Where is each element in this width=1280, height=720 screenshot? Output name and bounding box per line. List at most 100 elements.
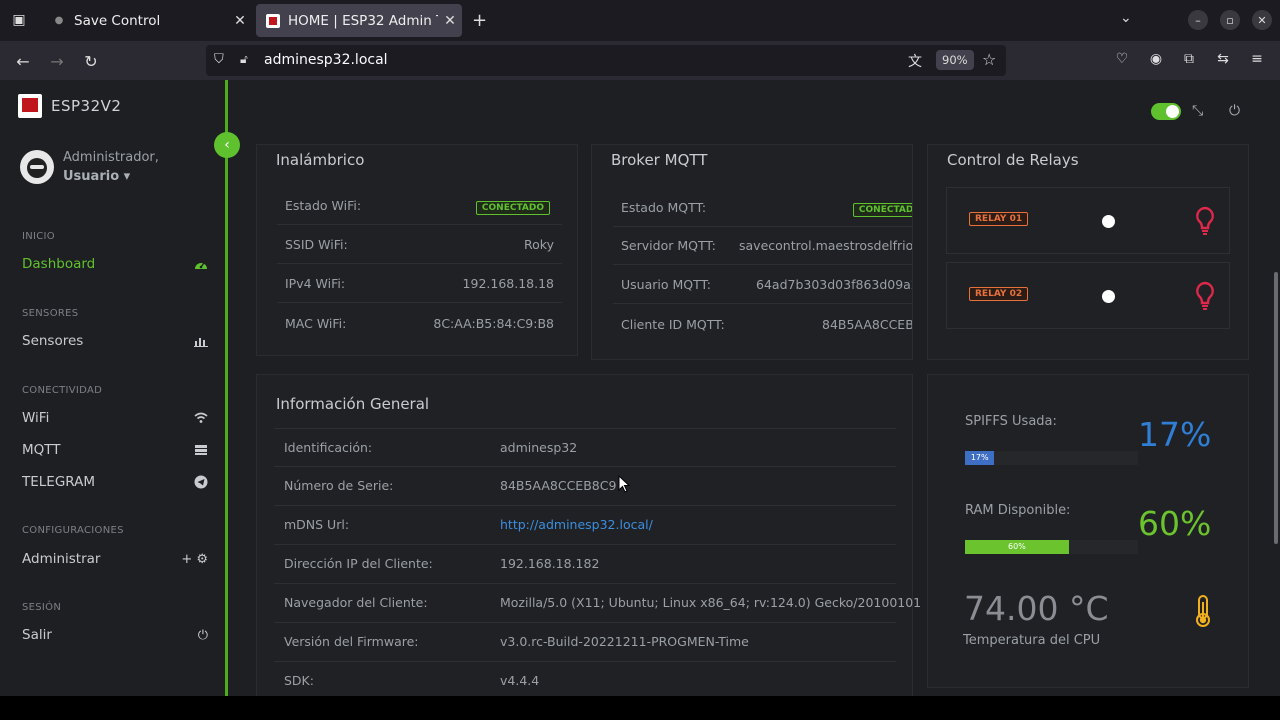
sidebar-item-label: Sensores <box>22 333 84 349</box>
row-value: 192.168.18.182 <box>500 556 600 571</box>
tab-favicon: ● <box>54 15 64 26</box>
status-badge: CONECTADO <box>475 201 550 215</box>
row-label: Cliente ID MQTT: <box>621 316 725 332</box>
power-icon[interactable]: ⏻ <box>1229 103 1240 119</box>
esp-favicon <box>266 13 280 28</box>
row-label: Servidor MQTT: <box>621 238 716 253</box>
zoom-level[interactable]: 90% <box>936 50 974 70</box>
status-badge: CONECTADO <box>852 203 912 217</box>
cpu-temp-label: Temperatura del CPU <box>963 633 1101 648</box>
thermometer-icon <box>1196 595 1210 627</box>
url-text[interactable]: adminesp32.local <box>264 52 388 68</box>
tracking-shield-icon[interactable]: ⛉ <box>214 52 224 67</box>
table-row: Usuario MQTT: 64ad7b303d03f863d09a2d13 <box>613 266 912 304</box>
close-tab-icon[interactable]: ✕ <box>438 13 462 29</box>
relay-item: RELAY 01 <box>946 187 1230 254</box>
fullscreen-icon[interactable]: ⤡ <box>1192 103 1203 119</box>
ram-progress-fill: 60% <box>965 540 1069 554</box>
table-row: SDK: v4.4.4 <box>274 662 896 696</box>
row-label: Estado WiFi: <box>285 198 362 213</box>
card-title: Control de Relays <box>947 151 1079 169</box>
mdns-link[interactable]: http://adminesp32.local/ <box>500 517 653 532</box>
card-title: Broker MQTT <box>611 151 708 169</box>
new-tab-icon[interactable]: + <box>472 10 487 31</box>
ram-label: RAM Disponible: <box>965 503 1071 518</box>
pocket-icon[interactable]: ♡ <box>1112 51 1132 67</box>
row-label: mDNS Url: <box>284 517 350 532</box>
scrollbar[interactable] <box>1274 272 1278 544</box>
table-row: Versión del Firmware: v3.0.rc-Build-2022… <box>274 623 896 662</box>
url-bar[interactable]: ⛉ 🔓︎ adminesp32.local 文 90% ☆ <box>206 45 1006 76</box>
close-tab-icon[interactable]: ✕ <box>228 13 252 29</box>
sidebar-item-salir[interactable]: Salir ⏻ <box>22 624 208 646</box>
relay-toggle[interactable] <box>1102 215 1115 228</box>
mouse-cursor <box>618 475 630 493</box>
theme-toggle[interactable] <box>1151 103 1181 120</box>
forward-icon[interactable]: → <box>46 50 68 72</box>
extensions-icon[interactable]: ⧉ <box>1179 51 1199 67</box>
account-icon[interactable]: ◉ <box>1146 51 1166 67</box>
lock-icon[interactable]: 🔓︎ <box>240 52 248 67</box>
minimize-icon[interactable]: – <box>1188 10 1208 30</box>
table-row: mDNS Url: http://adminesp32.local/ <box>274 506 896 545</box>
row-value: Mozilla/5.0 (X11; Ubuntu; Linux x86_64; … <box>500 595 922 610</box>
sidebar-item-mqtt[interactable]: MQTT <box>22 439 208 461</box>
wifi-icon <box>194 412 208 423</box>
section-heading-conectividad: CONECTIVIDAD <box>22 385 103 396</box>
sidebar-item-label: TELEGRAM <box>22 474 96 490</box>
browser-nav-bar: ← → ↻ ⛉ 🔓︎ adminesp32.local 文 90% ☆ ♡ ◉ … <box>0 41 1280 80</box>
lightbulb-icon <box>1196 281 1214 310</box>
row-value: CONECTADO <box>852 200 912 217</box>
table-row: Estado MQTT: CONECTADO <box>613 189 912 227</box>
row-value: CONECTADO <box>475 198 550 215</box>
sidebar-item-sensores[interactable]: Sensores <box>22 330 208 352</box>
maximize-icon[interactable]: ▫ <box>1220 10 1240 30</box>
sidebar-collapse-button[interactable]: ‹ <box>214 132 240 158</box>
table-row: Estado WiFi: CONECTADO <box>277 187 562 225</box>
sidebar-item-label: MQTT <box>22 442 61 458</box>
table-row: Dirección IP del Cliente: 192.168.18.182 <box>274 545 896 584</box>
sidebar-item-label: Salir <box>22 627 52 643</box>
dashboard-icon <box>195 262 207 269</box>
sidebar-item-dashboard[interactable]: Dashboard <box>22 253 208 275</box>
row-label: Navegador del Cliente: <box>284 595 428 610</box>
row-value: 84B5AA8CCEB8C9 <box>822 316 913 332</box>
translate-icon[interactable]: 文 <box>908 51 922 71</box>
spiffs-label: SPIFFS Usada: <box>965 414 1057 429</box>
row-label: Estado MQTT: <box>621 200 707 215</box>
tab-list-icon[interactable]: ▣ <box>8 9 30 31</box>
section-heading-sensores: SENSORES <box>22 308 79 319</box>
app-page: ESP32V2 Administrador, Usuario ▾ INICIO … <box>0 80 1280 696</box>
tab-esp32-admin[interactable]: HOME | ESP32 Admin Tool ✕ <box>256 4 462 37</box>
spiffs-progress: 17% <box>965 451 1138 465</box>
translate-extension-icon[interactable]: ⇆ <box>1213 51 1233 67</box>
row-value: 64ad7b303d03f863d09a2d13 <box>756 277 912 292</box>
back-icon[interactable]: ← <box>12 50 34 72</box>
tab-title: Save Control <box>74 12 161 29</box>
brand-name: ESP32V2 <box>51 97 122 115</box>
close-window-icon[interactable]: ✕ <box>1252 10 1272 30</box>
sidebar-item-wifi[interactable]: WiFi <box>22 407 208 429</box>
tab-save-control[interactable]: ● Save Control ✕ <box>42 4 252 37</box>
reload-icon[interactable]: ↻ <box>80 50 102 72</box>
sidebar-item-administrar[interactable]: Administrar + ⚙ <box>22 548 208 570</box>
row-label: SDK: <box>284 673 314 688</box>
bookmark-star-icon[interactable]: ☆ <box>982 50 996 69</box>
server-icon <box>195 445 207 455</box>
browser-tab-bar: ▣ ● Save Control ✕ HOME | ESP32 Admin To… <box>0 0 1280 41</box>
brand-logo <box>18 94 42 118</box>
tab-title: HOME | ESP32 Admin Tool <box>288 12 438 29</box>
row-value: 84B5AA8CCEB8C9 <box>500 478 617 493</box>
stats-card: SPIFFS Usada: 17% 17% RAM Disponible: 60… <box>927 374 1249 688</box>
row-label: Usuario MQTT: <box>621 277 711 292</box>
ram-progress: 60% <box>965 540 1138 554</box>
sidebar-item-label: Dashboard <box>22 256 96 272</box>
relay-toggle[interactable] <box>1102 290 1115 303</box>
avatar[interactable] <box>20 150 54 184</box>
menu-icon[interactable]: ≡ <box>1247 51 1267 67</box>
sidebar-item-telegram[interactable]: TELEGRAM <box>22 471 208 493</box>
row-label: Identificación: <box>284 440 373 455</box>
row-value: v4.4.4 <box>500 673 540 688</box>
user-menu[interactable]: Usuario ▾ <box>63 169 130 184</box>
chevron-down-icon[interactable]: ⌄ <box>1120 10 1132 26</box>
